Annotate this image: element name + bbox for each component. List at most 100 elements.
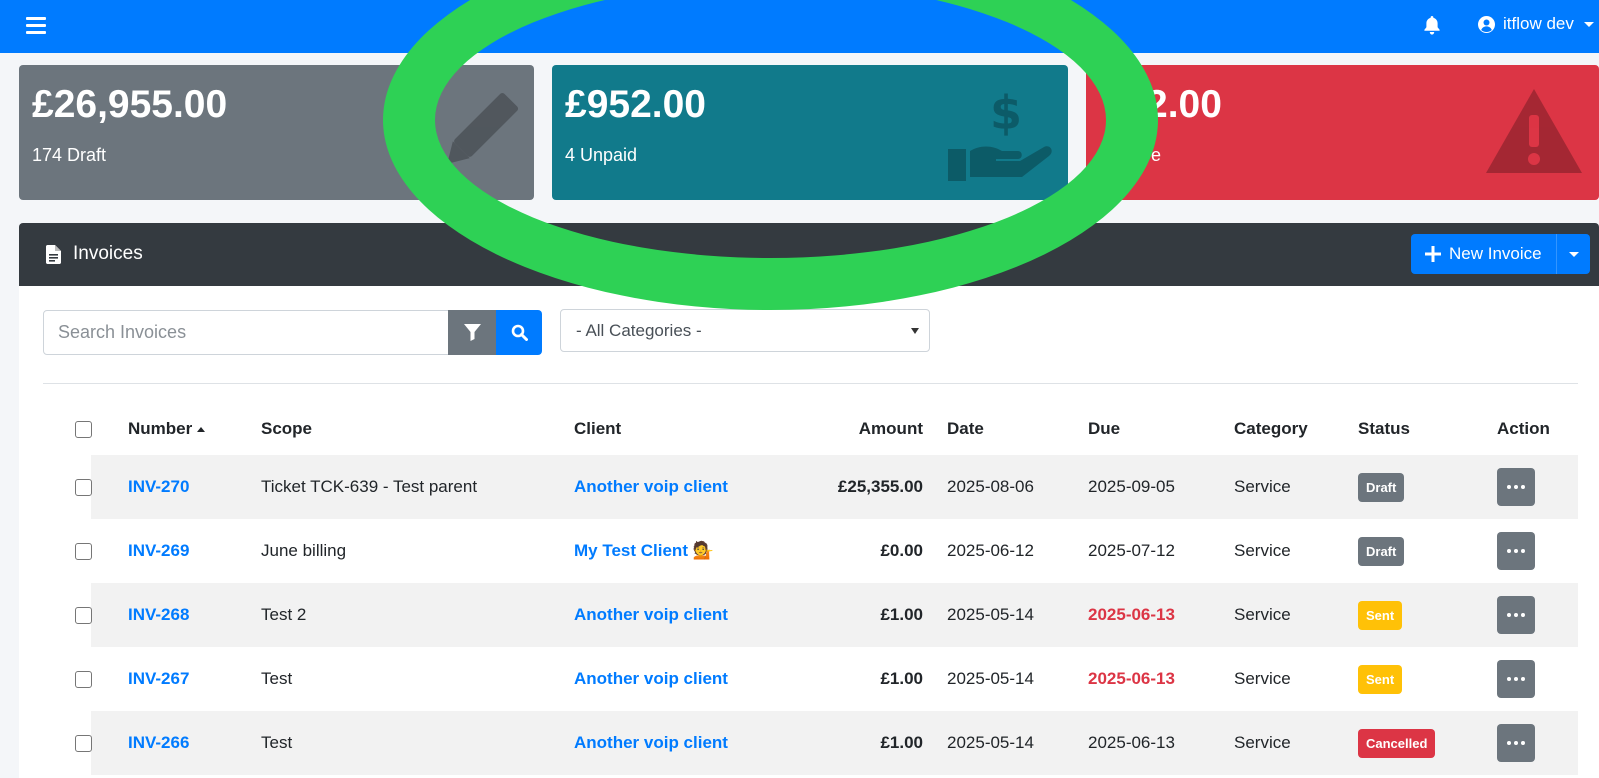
invoice-scope: Test [261,669,293,688]
header-client[interactable]: Client [574,403,621,455]
row-actions-button[interactable] [1497,660,1535,698]
header-category[interactable]: Category [1234,403,1308,455]
svg-text:$: $ [990,87,1022,140]
invoice-date: 2025-05-14 [947,733,1034,752]
select-all-checkbox[interactable] [75,420,92,438]
header-status[interactable]: Status [1358,403,1410,455]
draft-summary-box[interactable]: £26,955.00 174 Draft [19,65,534,200]
invoice-scope: June billing [261,541,347,560]
row-checkbox[interactable] [75,542,92,560]
card-header: Invoices New Invoice [19,223,1599,286]
card-title: Invoices [46,243,143,265]
row-checkbox[interactable] [75,606,92,624]
invoice-category: Service [1234,669,1291,688]
invoice-number-link[interactable]: INV-267 [128,647,189,711]
table-row: INV-270 Ticket TCK-639 - Test parent Ano… [43,455,1578,519]
row-actions-button[interactable] [1497,596,1535,634]
new-invoice-button[interactable]: New Invoice [1411,234,1590,274]
unpaid-count: 4 Unpaid [565,145,638,165]
header-scope[interactable]: Scope [261,403,312,455]
chevron-down-icon [911,328,919,334]
invoice-due: 2025-07-12 [1088,541,1175,560]
file-invoice-icon [46,244,61,264]
invoice-number-link[interactable]: INV-269 [128,519,189,583]
plus-icon [1425,246,1441,262]
overdue-count-prefix: 4 [1099,145,1110,165]
filter-button[interactable] [448,310,496,355]
client-link[interactable]: Another voip client [574,647,728,711]
invoice-due-overdue: 2025-06-13 [1088,605,1175,624]
status-badge: Sent [1358,664,1403,694]
row-checkbox[interactable] [75,670,92,688]
invoice-number-link[interactable]: INV-268 [128,583,189,647]
pencil-icon [439,87,519,182]
row-actions-button[interactable] [1497,468,1535,506]
invoice-due-overdue: 2025-06-13 [1088,669,1175,688]
table-row: INV-269 June billing My Test Client 💁 £0… [43,519,1578,583]
status-badge: Draft [1358,472,1405,502]
client-link[interactable]: Another voip client [574,455,728,519]
table-header-row: Number Scope Client Amount Date Due Cate… [43,403,1578,455]
invoices-card: Invoices New Invoice - All Categories - … [19,223,1599,778]
status-badge: Cancelled [1358,728,1436,758]
new-invoice-dropdown-toggle[interactable] [1556,234,1590,274]
invoice-category: Service [1234,733,1291,752]
invoice-amount: £1.00 [880,605,923,624]
invoices-table: Number Scope Client Amount Date Due Cate… [43,403,1578,775]
row-actions-button[interactable] [1497,532,1535,570]
header-amount[interactable]: Amount [859,403,923,455]
draft-count: 174 Draft [32,145,107,165]
invoice-amount: £1.00 [880,669,923,688]
invoice-scope: Test [261,733,293,752]
invoice-number-link[interactable]: INV-270 [128,455,189,519]
user-menu[interactable]: itflow dev [1478,14,1594,34]
bell-icon[interactable] [1424,16,1440,40]
client-link[interactable]: Another voip client [574,711,728,775]
category-select[interactable]: - All Categories - [560,309,930,352]
invoice-category: Service [1234,541,1291,560]
invoice-number-link[interactable]: INV-266 [128,711,189,775]
client-link[interactable]: Another voip client [574,583,728,647]
overdue-count-suffix: e [1151,145,1162,165]
row-checkbox[interactable] [75,734,92,752]
invoice-due: 2025-06-13 [1088,733,1175,752]
invoice-amount: £0.00 [880,541,923,560]
client-link[interactable]: My Test Client 💁 [574,519,714,583]
header-due[interactable]: Due [1088,403,1120,455]
filter-icon [463,324,481,341]
overdue-summary-box[interactable]: 2.00 4 e [1086,65,1599,200]
header-number[interactable]: Number [128,403,206,455]
new-invoice-label: New Invoice [1449,244,1542,263]
invoice-date: 2025-06-12 [947,541,1034,560]
invoice-date: 2025-08-06 [947,477,1034,496]
warning-triangle-icon [1484,87,1584,180]
draft-amount: £26,955.00 [32,83,228,126]
invoice-date: 2025-05-14 [947,669,1034,688]
overdue-amount: 2.00 [1146,83,1222,126]
invoice-scope: Test 2 [261,605,307,624]
hamburger-menu-icon[interactable] [26,17,46,35]
search-icon [511,324,528,341]
user-name: itflow dev [1503,14,1574,33]
invoice-due: 2025-09-05 [1088,477,1175,496]
sort-asc-icon [197,426,206,432]
hand-holding-dollar-icon: $ [948,86,1053,187]
card-title-text: Invoices [73,243,143,264]
invoice-category: Service [1234,605,1291,624]
status-badge: Draft [1358,536,1405,566]
search-button[interactable] [496,310,542,355]
row-checkbox[interactable] [75,478,92,496]
header-action: Action [1497,419,1550,438]
invoice-category: Service [1234,477,1291,496]
user-avatar-icon [1478,15,1495,33]
chevron-down-icon [1583,21,1594,27]
row-actions-button[interactable] [1497,724,1535,762]
unpaid-summary-box[interactable]: £952.00 4 Unpaid $ [552,65,1068,200]
unpaid-amount: £952.00 [565,83,706,126]
status-badge: Sent [1358,600,1403,630]
invoice-scope: Ticket TCK-639 - Test parent [261,477,478,496]
header-date[interactable]: Date [947,403,984,455]
table-row: INV-267 Test Another voip client £1.00 2… [43,647,1578,711]
search-input[interactable] [43,310,449,355]
invoice-date: 2025-05-14 [947,605,1034,624]
